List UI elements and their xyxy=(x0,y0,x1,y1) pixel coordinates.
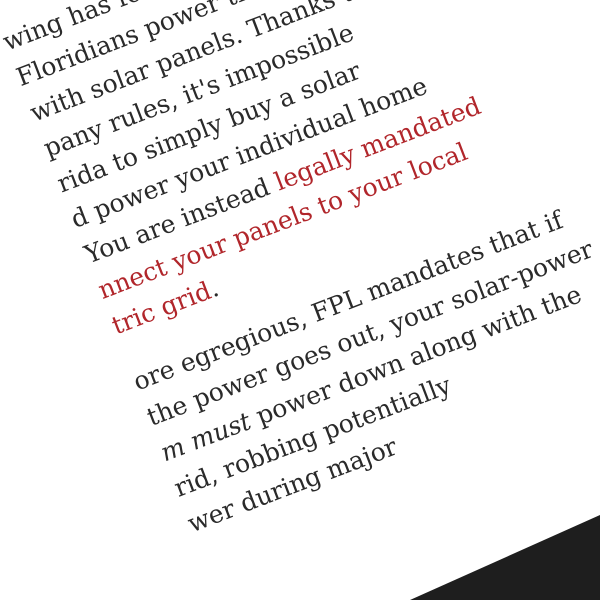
screenshot-stage: wing has fought hard Floridians power th… xyxy=(0,0,600,600)
article-body: wing has fought hard Floridians power th… xyxy=(0,0,600,557)
dark-corner-fill xyxy=(410,515,600,600)
